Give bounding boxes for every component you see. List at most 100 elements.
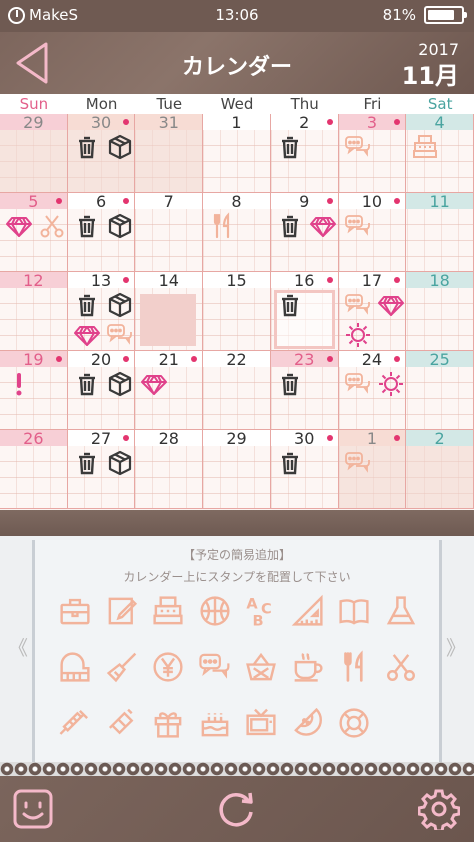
day-cell[interactable]: 25 <box>406 350 474 430</box>
briefcase-icon[interactable] <box>58 594 92 628</box>
day-cell[interactable]: 21 <box>135 350 204 430</box>
gear-icon[interactable] <box>418 788 460 830</box>
scissors-icon[interactable] <box>38 212 66 240</box>
broom-icon[interactable] <box>105 650 139 684</box>
register-icon[interactable] <box>411 133 439 161</box>
gem-icon[interactable] <box>5 212 33 240</box>
chat-icon[interactable] <box>344 291 372 319</box>
exclaim-icon[interactable] <box>5 370 33 398</box>
basketball-icon[interactable] <box>198 594 232 628</box>
box-icon[interactable] <box>106 370 134 398</box>
day-cell[interactable]: 4 <box>406 113 474 193</box>
syringe-icon[interactable] <box>58 706 92 740</box>
chat-icon[interactable] <box>344 449 372 477</box>
day-cell[interactable]: 29 <box>203 429 271 509</box>
fork-knife-icon[interactable] <box>337 650 371 684</box>
box-icon[interactable] <box>106 133 134 161</box>
pencil-note-icon[interactable] <box>105 594 139 628</box>
day-cell[interactable]: 3 <box>338 113 407 193</box>
prev-page-arrow[interactable]: 《 <box>8 632 28 661</box>
lifebuoy-icon[interactable] <box>337 706 371 740</box>
day-cell[interactable]: 1 <box>338 429 407 509</box>
day-cell[interactable]: 2 <box>406 429 474 509</box>
day-cell[interactable]: 7 <box>135 192 204 272</box>
event-dot <box>326 435 333 441</box>
trash-icon[interactable] <box>276 291 304 319</box>
day-cell[interactable]: 19 <box>0 350 68 430</box>
day-cell[interactable]: 20 <box>67 350 136 430</box>
cup-icon[interactable] <box>291 650 325 684</box>
weekday-wed: Wed <box>220 95 254 113</box>
day-cell[interactable]: 17 <box>338 271 407 351</box>
day-cell[interactable]: 31 <box>135 113 204 193</box>
refresh-icon[interactable] <box>216 788 258 830</box>
chat-icon[interactable] <box>106 321 134 349</box>
piano-icon[interactable] <box>58 650 92 684</box>
box-icon[interactable] <box>106 291 134 319</box>
next-page-arrow[interactable]: 》 <box>446 632 466 661</box>
chat-icon[interactable] <box>198 650 232 684</box>
day-cell[interactable]: 10 <box>338 192 407 272</box>
day-cell[interactable]: 11 <box>406 192 474 272</box>
day-cell[interactable]: 14 <box>135 271 204 351</box>
trash-icon[interactable] <box>73 291 101 319</box>
yen-icon[interactable] <box>151 650 185 684</box>
gem-icon[interactable] <box>73 321 101 349</box>
day-cell[interactable]: 1 <box>203 113 271 193</box>
fork-knife-icon[interactable] <box>208 212 236 240</box>
day-number: 18 <box>429 271 450 290</box>
day-cell[interactable]: 2 <box>270 113 339 193</box>
cake-icon[interactable] <box>198 706 232 740</box>
face-icon[interactable] <box>12 788 54 830</box>
trash-icon[interactable] <box>276 370 304 398</box>
trash-icon[interactable] <box>73 370 101 398</box>
box-icon[interactable] <box>106 449 134 477</box>
ruler-icon[interactable] <box>291 594 325 628</box>
trash-icon[interactable] <box>73 449 101 477</box>
day-cell[interactable]: 8 <box>203 192 271 272</box>
day-cell[interactable]: 23 <box>270 350 339 430</box>
box-icon[interactable] <box>106 212 134 240</box>
gift-icon[interactable] <box>151 706 185 740</box>
gem-icon[interactable] <box>309 212 337 240</box>
day-cell[interactable]: 15 <box>203 271 271 351</box>
day-cell[interactable]: 12 <box>0 271 68 351</box>
trash-icon[interactable] <box>73 133 101 161</box>
day-cell[interactable]: 24 <box>338 350 407 430</box>
flask-icon[interactable] <box>384 594 418 628</box>
day-cell[interactable]: 16 <box>270 271 339 351</box>
trash-icon[interactable] <box>276 212 304 240</box>
day-cell[interactable]: 13 <box>67 271 136 351</box>
day-cell[interactable]: 9 <box>270 192 339 272</box>
trash-icon[interactable] <box>276 449 304 477</box>
chat-icon[interactable] <box>344 212 372 240</box>
day-cell[interactable]: 29 <box>0 113 68 193</box>
chat-icon[interactable] <box>344 370 372 398</box>
gem-icon[interactable] <box>377 291 405 319</box>
sun-icon[interactable] <box>344 321 372 349</box>
ticket-icon[interactable] <box>105 706 139 740</box>
trash-icon[interactable] <box>276 133 304 161</box>
basket-icon[interactable] <box>244 650 278 684</box>
day-cell[interactable]: 26 <box>0 429 68 509</box>
day-cell[interactable]: 18 <box>406 271 474 351</box>
day-cell[interactable]: 5 <box>0 192 68 272</box>
day-cell[interactable]: 30 <box>270 429 339 509</box>
day-cell[interactable]: 28 <box>135 429 204 509</box>
day-cell[interactable]: 27 <box>67 429 136 509</box>
sun-icon[interactable] <box>377 370 405 398</box>
gem-icon[interactable] <box>140 370 168 398</box>
divider-bar <box>0 510 474 536</box>
trash-icon[interactable] <box>73 212 101 240</box>
chat-icon[interactable] <box>344 133 372 161</box>
watermelon-icon[interactable] <box>291 706 325 740</box>
tv-icon[interactable] <box>244 706 278 740</box>
stamp-panel: 【予定の簡易追加】 カレンダー上にスタンプを配置して下さい 《 》 ACB <box>0 536 474 762</box>
scissors-icon[interactable] <box>384 650 418 684</box>
day-cell[interactable]: 6 <box>67 192 136 272</box>
abc-icon[interactable]: A CB <box>244 594 278 628</box>
book-icon[interactable] <box>337 594 371 628</box>
day-cell[interactable]: 22 <box>203 350 271 430</box>
day-cell[interactable]: 30 <box>67 113 136 193</box>
register-icon[interactable] <box>151 594 185 628</box>
